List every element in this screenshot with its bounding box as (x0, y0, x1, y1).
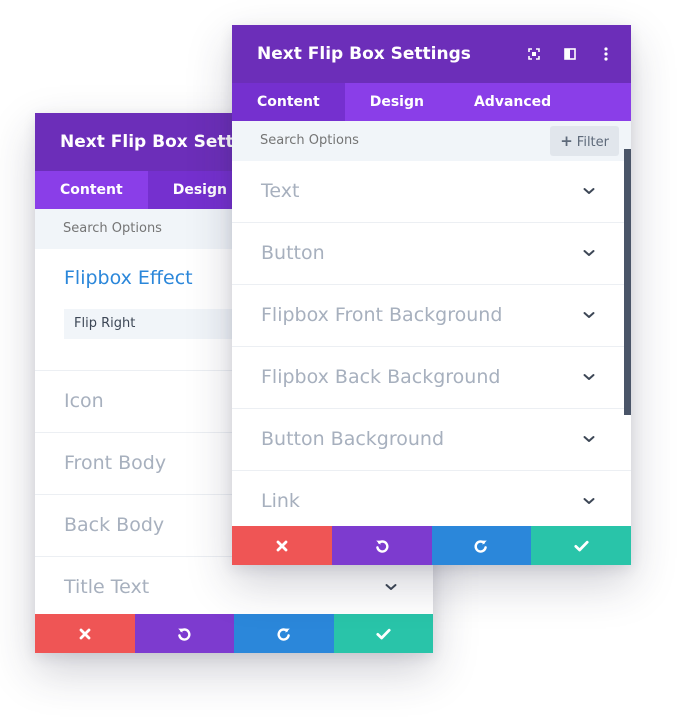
front-settings-panel: Next Flip Box Settings Content Design Ad… (232, 25, 631, 565)
chevron-down-icon[interactable] (583, 310, 595, 320)
panel-footer (35, 614, 433, 653)
check-icon (376, 628, 391, 639)
section-label: Button Background (261, 428, 445, 450)
tab-design[interactable]: Design (345, 83, 449, 121)
redo-icon (474, 539, 488, 553)
chevron-down-icon[interactable] (583, 434, 595, 444)
split-view-icon[interactable] (563, 47, 577, 61)
undo-button[interactable] (331, 526, 432, 565)
search-bar: +Filter (232, 121, 631, 161)
section-label: Flipbox Front Background (261, 304, 503, 326)
check-icon (574, 540, 589, 551)
options-list: Text Button Flipbox Front Background Fli… (232, 161, 631, 533)
panel-footer (232, 526, 631, 565)
panel-tabs: Content Design Advanced (232, 83, 631, 121)
chevron-down-icon[interactable] (583, 372, 595, 382)
section-label: Front Body (64, 452, 167, 474)
section-label: Link (261, 490, 300, 512)
section-button[interactable]: Button (232, 223, 631, 285)
plus-icon: + (560, 132, 573, 150)
flipbox-effect-title[interactable]: Flipbox Effect (64, 267, 193, 289)
chevron-down-icon[interactable] (583, 496, 595, 506)
section-label: Text (261, 180, 300, 202)
section-label: Back Body (64, 514, 165, 536)
section-flipbox-front-background[interactable]: Flipbox Front Background (232, 285, 631, 347)
cancel-button[interactable] (35, 614, 135, 653)
redo-icon (277, 627, 290, 641)
section-label: Flipbox Back Background (261, 366, 501, 388)
filter-button[interactable]: + Filter (550, 126, 619, 156)
search-input[interactable] (260, 121, 520, 161)
filter-label: Filter (576, 135, 609, 150)
more-vertical-icon[interactable] (599, 47, 613, 61)
header-actions (527, 25, 613, 83)
expand-icon[interactable] (527, 47, 541, 61)
scrollbar[interactable] (624, 149, 631, 415)
close-icon (79, 628, 91, 639)
save-button[interactable] (333, 614, 433, 653)
tab-advanced[interactable]: Advanced (449, 83, 576, 121)
cancel-button[interactable] (232, 526, 332, 565)
chevron-down-icon[interactable] (583, 248, 595, 258)
panel-header: Next Flip Box Settings (232, 25, 631, 83)
undo-icon (375, 539, 389, 553)
section-button-background[interactable]: Button Background (232, 409, 631, 471)
section-label: Icon (64, 390, 104, 412)
section-label: Button (261, 242, 325, 264)
section-flipbox-back-background[interactable]: Flipbox Back Background (232, 347, 631, 409)
tab-content[interactable]: Content (35, 171, 148, 209)
section-text[interactable]: Text (232, 161, 631, 223)
undo-icon (178, 627, 191, 641)
undo-button[interactable] (134, 614, 234, 653)
section-link[interactable]: Link (232, 471, 631, 533)
close-icon (276, 540, 288, 551)
redo-button[interactable] (234, 614, 334, 653)
chevron-down-icon[interactable] (385, 582, 397, 592)
section-label: Title Text (64, 576, 150, 598)
tab-content[interactable]: Content (232, 83, 345, 121)
save-button[interactable] (531, 526, 631, 565)
chevron-down-icon[interactable] (583, 186, 595, 196)
redo-button[interactable] (431, 526, 532, 565)
section-title-text[interactable]: Title Text (35, 557, 433, 619)
panel-title: Next Flip Box Settings (257, 44, 471, 64)
